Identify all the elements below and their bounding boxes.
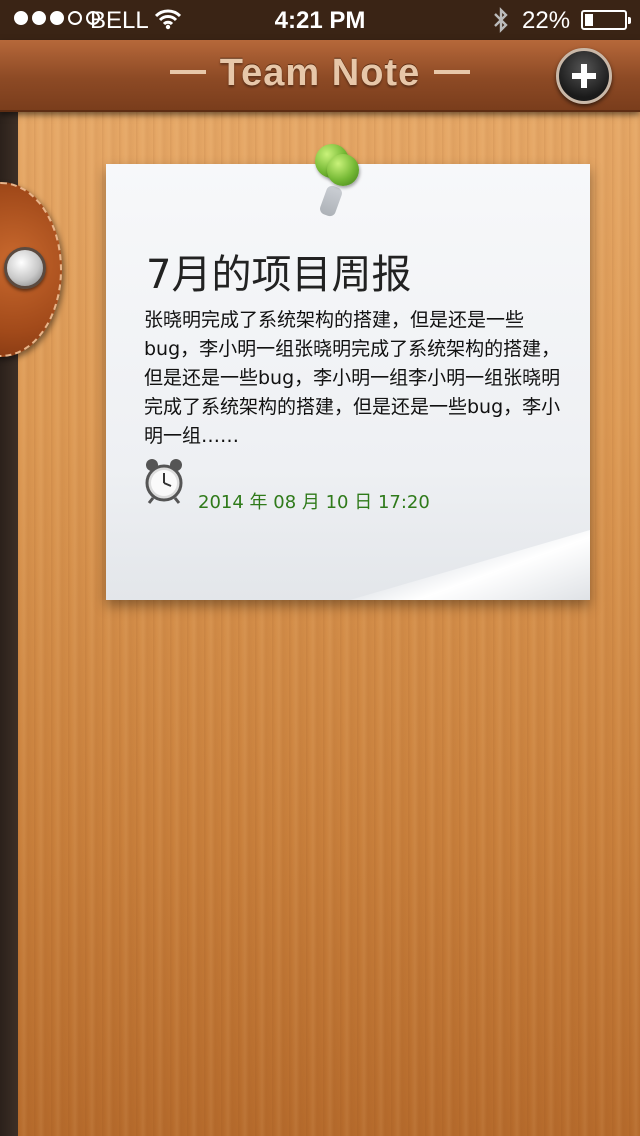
bluetooth-icon: [492, 6, 510, 41]
note-title: 7月的项目周报: [146, 252, 412, 298]
app-title-text: Team Note: [219, 52, 421, 94]
plus-icon-vertical: [581, 64, 587, 88]
battery-icon: [581, 10, 631, 30]
status-bar: BELL 4:21 PM 22%: [0, 0, 640, 40]
notes-board: 7月的项目周报 张晓明完成了系统架构的搭建，但是还是一些bug，李小明一组张晓明…: [0, 110, 640, 1136]
title-dash-right: [434, 69, 471, 74]
app-title: Team Note: [0, 52, 640, 95]
alarm-clock-icon: [144, 456, 184, 504]
pushpin-head-front: [327, 154, 359, 186]
pushpin-needle: [318, 184, 344, 218]
note-card[interactable]: 7月的项目周报 张晓明完成了系统架构的搭建，但是还是一些bug，李小明一组张晓明…: [106, 144, 590, 600]
strap-button[interactable]: [4, 247, 46, 289]
battery-level-fill: [585, 14, 593, 26]
add-note-button[interactable]: [556, 48, 612, 104]
pushpin-icon: [305, 142, 365, 222]
note-body: 张晓明完成了系统架构的搭建，但是还是一些bug，李小明一组张晓明完成了系统架构的…: [144, 309, 561, 447]
note-date: 2014 年 08 月 10 日 17:20: [198, 492, 430, 513]
app-header: Team Note: [0, 40, 640, 112]
battery-percent: 22%: [522, 7, 571, 34]
page-curl: [350, 530, 590, 600]
title-dash-left: [169, 69, 206, 74]
